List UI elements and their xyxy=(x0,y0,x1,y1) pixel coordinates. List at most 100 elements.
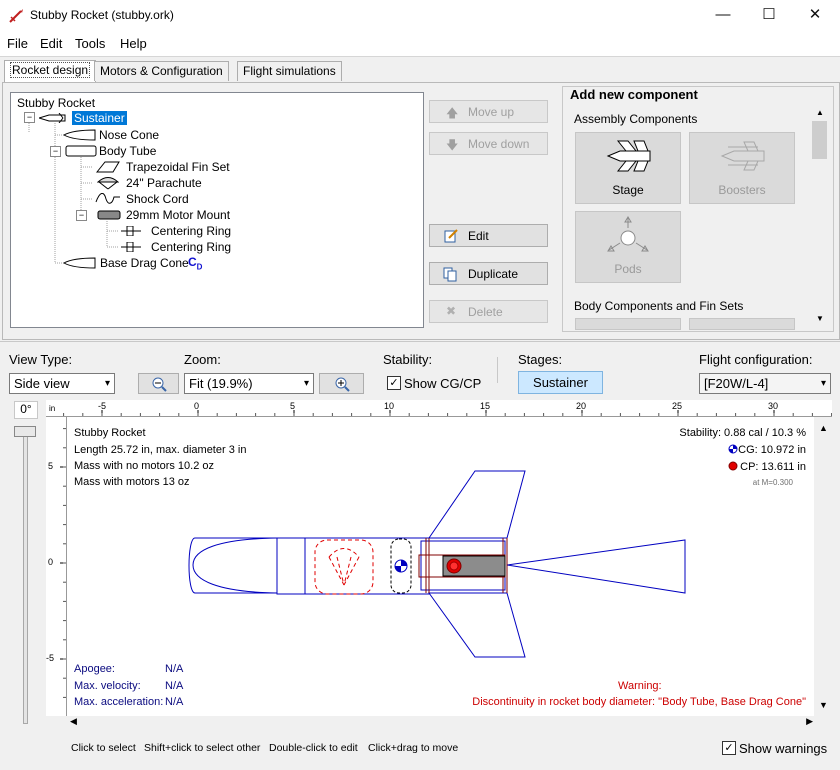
delete-button[interactable]: ✖ Delete xyxy=(429,300,548,323)
scrollbar-thumb[interactable] xyxy=(812,121,827,159)
tree-item-centering-ring-1[interactable]: Centering Ring xyxy=(151,224,231,238)
ruler-h-label: 20 xyxy=(576,401,587,411)
toolbar-separator xyxy=(497,357,498,383)
stage-sustainer-toggle[interactable]: Sustainer xyxy=(518,371,603,394)
flight-config-label: Flight configuration: xyxy=(699,352,813,367)
ruler-h-label: 0 xyxy=(194,401,200,411)
velocity-label: Max. velocity: xyxy=(74,680,141,692)
move-down-button[interactable]: 🡇 Move down xyxy=(429,132,548,155)
flight-config-select[interactable]: [F20W/L-4] ▾ xyxy=(699,373,831,394)
body-component-tile-1[interactable] xyxy=(575,318,681,330)
show-cg-cp-checkbox[interactable]: ✓ xyxy=(387,376,401,390)
edit-button[interactable]: Edit xyxy=(429,224,548,247)
title-bar: Stubby Rocket (stubby.ork) — ☐ ✕ xyxy=(0,0,840,32)
tree-item-shock-cord[interactable]: Shock Cord xyxy=(126,192,189,206)
tree-item-centering-ring-2[interactable]: Centering Ring xyxy=(151,240,231,254)
assembly-components-header: Assembly Components xyxy=(574,112,698,126)
zoom-label: Zoom: xyxy=(184,352,221,367)
scroll-left-icon[interactable]: ◀ xyxy=(70,716,77,727)
menu-file[interactable]: File xyxy=(7,36,28,51)
duplicate-button[interactable]: Duplicate xyxy=(429,262,548,285)
component-tree[interactable]: Stubby Rocket − Sustainer Nose Cone − Bo… xyxy=(10,92,424,328)
chevron-down-icon: ▾ xyxy=(104,378,110,389)
scroll-up-icon[interactable]: ▲ xyxy=(819,423,828,433)
scroll-right-icon[interactable]: ▶ xyxy=(806,716,813,727)
close-button[interactable]: ✕ xyxy=(792,0,838,32)
rotation-value: 0° xyxy=(14,401,38,419)
horizontal-ruler: in -5 0 5 10 15 20 25 30 xyxy=(46,400,832,417)
stage-tile-button[interactable]: Stage xyxy=(575,132,681,204)
boosters-tile-button[interactable]: Boosters xyxy=(689,132,795,204)
tree-item-nose-cone[interactable]: Nose Cone xyxy=(99,128,159,142)
tree-item-motor-mount[interactable]: 29mm Motor Mount xyxy=(126,208,230,222)
tree-item-parachute[interactable]: 24" Parachute xyxy=(126,176,202,190)
tree-item-body-tube[interactable]: Body Tube xyxy=(99,144,156,158)
cd-override-badge: CD xyxy=(188,255,203,272)
warning-title: Warning: xyxy=(618,680,662,692)
figure-h-scrollbar[interactable]: ◀ ▶ xyxy=(67,716,815,730)
figure-cg: CG: 10.972 in xyxy=(738,444,806,456)
cg-legend-icon xyxy=(728,444,738,454)
stage-icon xyxy=(606,140,651,172)
scroll-down-icon[interactable]: ▼ xyxy=(816,314,824,323)
ruler-h-label: 25 xyxy=(672,401,683,411)
scroll-down-icon[interactable]: ▼ xyxy=(819,700,828,710)
panel-splitter[interactable] xyxy=(0,341,840,345)
hint-double-click: Double-click to edit xyxy=(269,742,358,754)
menu-edit[interactable]: Edit xyxy=(40,36,62,51)
parachute-canopy xyxy=(328,548,360,558)
rotation-slider-track[interactable] xyxy=(23,426,28,724)
collapse-motor-mount-icon[interactable]: − xyxy=(76,210,87,221)
pods-tile-button[interactable]: Pods xyxy=(575,211,681,283)
ruler-v-label: -5 xyxy=(46,653,55,663)
tab-rocket-design[interactable]: Rocket design xyxy=(4,60,97,82)
minimize-button[interactable]: — xyxy=(700,0,746,32)
ruler-h-label: -5 xyxy=(98,401,107,411)
fin-bottom xyxy=(428,592,526,658)
stability-label: Stability: xyxy=(383,352,433,367)
hint-click: Click to select xyxy=(71,742,136,754)
tree-item-base-drag-cone[interactable]: Base Drag Cone xyxy=(100,256,189,270)
menu-bar: File Edit Tools Help xyxy=(0,32,840,57)
horizontal-ruler-ticks xyxy=(63,410,832,416)
pods-icon xyxy=(607,216,649,252)
move-up-button[interactable]: 🡅 Move up xyxy=(429,100,548,123)
tree-item-root[interactable]: Stubby Rocket xyxy=(17,96,95,110)
zoom-out-button[interactable] xyxy=(138,373,179,394)
figure-stability: Stability: 0.88 cal / 10.3 % xyxy=(679,427,806,439)
menu-tools[interactable]: Tools xyxy=(75,36,105,51)
show-warnings-checkbox[interactable]: ✓ xyxy=(722,741,736,755)
zoom-select[interactable]: Fit (19.9%) ▾ xyxy=(184,373,314,394)
body-component-tile-2[interactable] xyxy=(689,318,795,330)
acceleration-value: N/A xyxy=(165,696,184,708)
tab-flight-simulations[interactable]: Flight simulations xyxy=(237,61,342,81)
nose-shoulder xyxy=(276,537,306,595)
view-type-select[interactable]: Side view ▾ xyxy=(9,373,115,394)
ruler-h-label: 5 xyxy=(290,401,296,411)
collapse-sustainer-icon[interactable]: − xyxy=(24,112,35,123)
figure-mass-no-motor: Mass with no motors 10.2 oz xyxy=(74,460,215,472)
tree-item-sustainer[interactable]: Sustainer xyxy=(72,111,127,125)
cg-marker xyxy=(394,559,408,573)
delete-icon: ✖ xyxy=(446,304,457,318)
window-title: Stubby Rocket (stubby.ork) xyxy=(30,8,174,22)
rotation-slider-thumb[interactable] xyxy=(14,426,36,437)
acceleration-label: Max. acceleration: xyxy=(74,696,164,708)
show-cg-cp-label: Show CG/CP xyxy=(404,376,482,391)
motor-mount-icon xyxy=(97,210,121,220)
maximize-button[interactable]: ☐ xyxy=(746,0,792,32)
nose-cone-outline xyxy=(188,537,277,594)
scroll-up-icon[interactable]: ▲ xyxy=(816,108,824,117)
zoom-out-icon xyxy=(152,377,167,392)
stages-label: Stages: xyxy=(518,352,563,367)
collapse-body-tube-icon[interactable]: − xyxy=(50,146,61,157)
rocket-figure-canvas[interactable]: Stubby Rocket Length 25.72 in, max. diam… xyxy=(67,417,814,716)
tree-item-fin-set[interactable]: Trapezoidal Fin Set xyxy=(126,160,230,174)
view-type-label: View Type: xyxy=(9,352,73,367)
menu-help[interactable]: Help xyxy=(120,36,147,51)
nose-cone-icon xyxy=(63,129,96,141)
add-component-scrollbar[interactable]: ▲ ▼ xyxy=(811,106,828,328)
figure-v-scrollbar[interactable]: ▲ ▼ xyxy=(815,417,831,716)
tab-motors-configuration[interactable]: Motors & Configuration xyxy=(94,61,229,81)
zoom-in-button[interactable] xyxy=(319,373,364,394)
